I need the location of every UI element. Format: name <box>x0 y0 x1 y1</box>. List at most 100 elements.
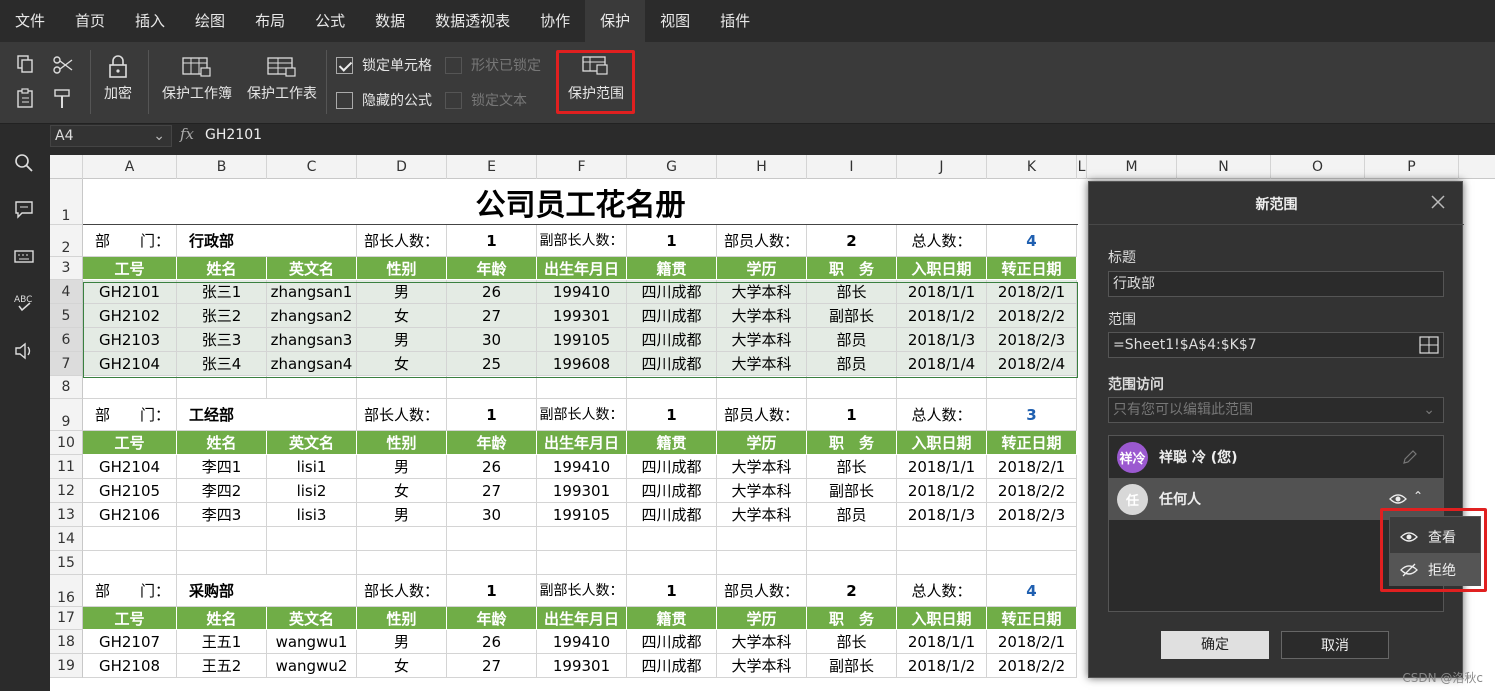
table-cell[interactable]: 2018/2/1 <box>987 455 1077 479</box>
select-all-corner[interactable] <box>50 155 83 179</box>
table-cell[interactable]: 女 <box>357 479 447 503</box>
table-cell[interactable]: GH2106 <box>83 503 177 527</box>
table-cell[interactable]: 30 <box>447 503 537 527</box>
column-title[interactable]: 英文名 <box>267 257 357 280</box>
table-cell[interactable]: lisi3 <box>267 503 357 527</box>
table-cell[interactable]: 大学本科 <box>717 654 807 678</box>
table-cell[interactable]: 四川成都 <box>627 503 717 527</box>
column-header[interactable]: C <box>267 155 357 179</box>
eye-icon[interactable] <box>1389 492 1407 506</box>
column-header[interactable]: F <box>537 155 627 179</box>
format-painter-icon[interactable] <box>53 88 73 110</box>
empty-cell[interactable] <box>83 527 177 551</box>
table-cell[interactable]: 李四3 <box>177 503 267 527</box>
table-cell[interactable]: 男 <box>357 328 447 352</box>
total-label[interactable]: 总人数： <box>897 399 987 431</box>
dept-name[interactable]: 行政部 <box>177 225 357 257</box>
column-header[interactable]: E <box>447 155 537 179</box>
table-cell[interactable]: GH2108 <box>83 654 177 678</box>
dept-name[interactable]: 采购部 <box>177 575 357 607</box>
table-cell[interactable]: 张三4 <box>177 352 267 376</box>
search-icon[interactable] <box>13 152 35 174</box>
table-cell[interactable]: 2018/1/2 <box>897 654 987 678</box>
range-select-icon[interactable] <box>1419 336 1439 354</box>
column-title[interactable]: 职 务 <box>807 607 897 630</box>
table-cell[interactable]: 四川成都 <box>627 654 717 678</box>
column-header[interactable]: B <box>177 155 267 179</box>
table-cell[interactable]: 李四1 <box>177 455 267 479</box>
row-header[interactable]: 12 <box>50 479 83 503</box>
table-cell[interactable]: 大学本科 <box>717 328 807 352</box>
table-cell[interactable]: 2018/1/4 <box>897 352 987 376</box>
lock-cells-checkbox[interactable]: 锁定单元格 <box>336 55 432 75</box>
table-cell[interactable]: 26 <box>447 280 537 304</box>
table-cell[interactable]: 199105 <box>537 328 627 352</box>
heads-count[interactable]: 1 <box>447 575 537 607</box>
table-cell[interactable]: 部员 <box>807 328 897 352</box>
column-title[interactable]: 姓名 <box>177 607 267 630</box>
table-cell[interactable]: 男 <box>357 630 447 654</box>
row-header[interactable]: 10 <box>50 431 83 455</box>
table-cell[interactable]: GH2105 <box>83 479 177 503</box>
menu-tab[interactable]: 数据 <box>360 0 420 42</box>
table-cell[interactable]: GH2101 <box>83 280 177 304</box>
menu-tab[interactable]: 数据透视表 <box>420 0 525 42</box>
menu-tab[interactable]: 协作 <box>525 0 585 42</box>
table-cell[interactable]: wangwu2 <box>267 654 357 678</box>
column-title[interactable]: 转正日期 <box>987 257 1077 280</box>
table-cell[interactable]: 张三1 <box>177 280 267 304</box>
row-header[interactable]: 16 <box>50 575 83 607</box>
table-cell[interactable]: 199301 <box>537 479 627 503</box>
paste-icon[interactable] <box>16 88 36 110</box>
empty-cell[interactable] <box>357 376 447 399</box>
menu-tab[interactable]: 布局 <box>240 0 300 42</box>
table-cell[interactable]: 27 <box>447 479 537 503</box>
table-cell[interactable]: GH2104 <box>83 455 177 479</box>
table-cell[interactable]: 四川成都 <box>627 455 717 479</box>
menu-tab[interactable]: 保护 <box>585 0 646 42</box>
column-title[interactable]: 工号 <box>83 257 177 280</box>
table-cell[interactable]: 男 <box>357 503 447 527</box>
empty-cell[interactable] <box>177 551 267 575</box>
empty-cell[interactable] <box>537 551 627 575</box>
empty-cell[interactable] <box>83 551 177 575</box>
column-title[interactable]: 出生年月日 <box>537 607 627 630</box>
table-cell[interactable]: 男 <box>357 280 447 304</box>
dept-name[interactable]: 工经部 <box>177 399 357 431</box>
empty-cell[interactable] <box>717 527 807 551</box>
table-cell[interactable]: 2018/1/3 <box>897 503 987 527</box>
table-cell[interactable]: 199410 <box>537 280 627 304</box>
column-header[interactable]: P <box>1365 155 1459 179</box>
column-title[interactable]: 学历 <box>717 257 807 280</box>
chevron-up-icon[interactable]: ⌃ <box>1413 489 1423 503</box>
copy-icon[interactable] <box>16 54 36 76</box>
protect-workbook-button[interactable]: 保护工作簿 <box>158 54 236 103</box>
table-cell[interactable]: 大学本科 <box>717 304 807 328</box>
column-header[interactable]: H <box>717 155 807 179</box>
table-cell[interactable]: 2018/2/4 <box>987 352 1077 376</box>
table-cell[interactable]: 2018/1/2 <box>897 479 987 503</box>
table-cell[interactable]: 四川成都 <box>627 304 717 328</box>
table-cell[interactable]: 199301 <box>537 654 627 678</box>
empty-cell[interactable] <box>807 551 897 575</box>
column-title[interactable]: 年龄 <box>447 257 537 280</box>
formula-input[interactable]: GH2101 <box>205 127 262 143</box>
column-header[interactable]: N <box>1177 155 1271 179</box>
menu-tab[interactable]: 首页 <box>60 0 120 42</box>
table-cell[interactable]: 199410 <box>537 455 627 479</box>
close-icon[interactable] <box>1428 192 1448 212</box>
table-cell[interactable]: 大学本科 <box>717 503 807 527</box>
table-cell[interactable]: wangwu1 <box>267 630 357 654</box>
column-title[interactable]: 英文名 <box>267 607 357 630</box>
members-count[interactable]: 2 <box>807 225 897 257</box>
empty-cell[interactable] <box>897 376 987 399</box>
total-label[interactable]: 总人数： <box>897 575 987 607</box>
column-title[interactable]: 入职日期 <box>897 431 987 455</box>
column-title[interactable]: 工号 <box>83 431 177 455</box>
empty-cell[interactable] <box>717 376 807 399</box>
table-cell[interactable]: 27 <box>447 304 537 328</box>
heads-count[interactable]: 1 <box>447 225 537 257</box>
row-header[interactable]: 8 <box>50 376 83 399</box>
cut-icon[interactable] <box>52 54 74 76</box>
column-title[interactable]: 工号 <box>83 607 177 630</box>
